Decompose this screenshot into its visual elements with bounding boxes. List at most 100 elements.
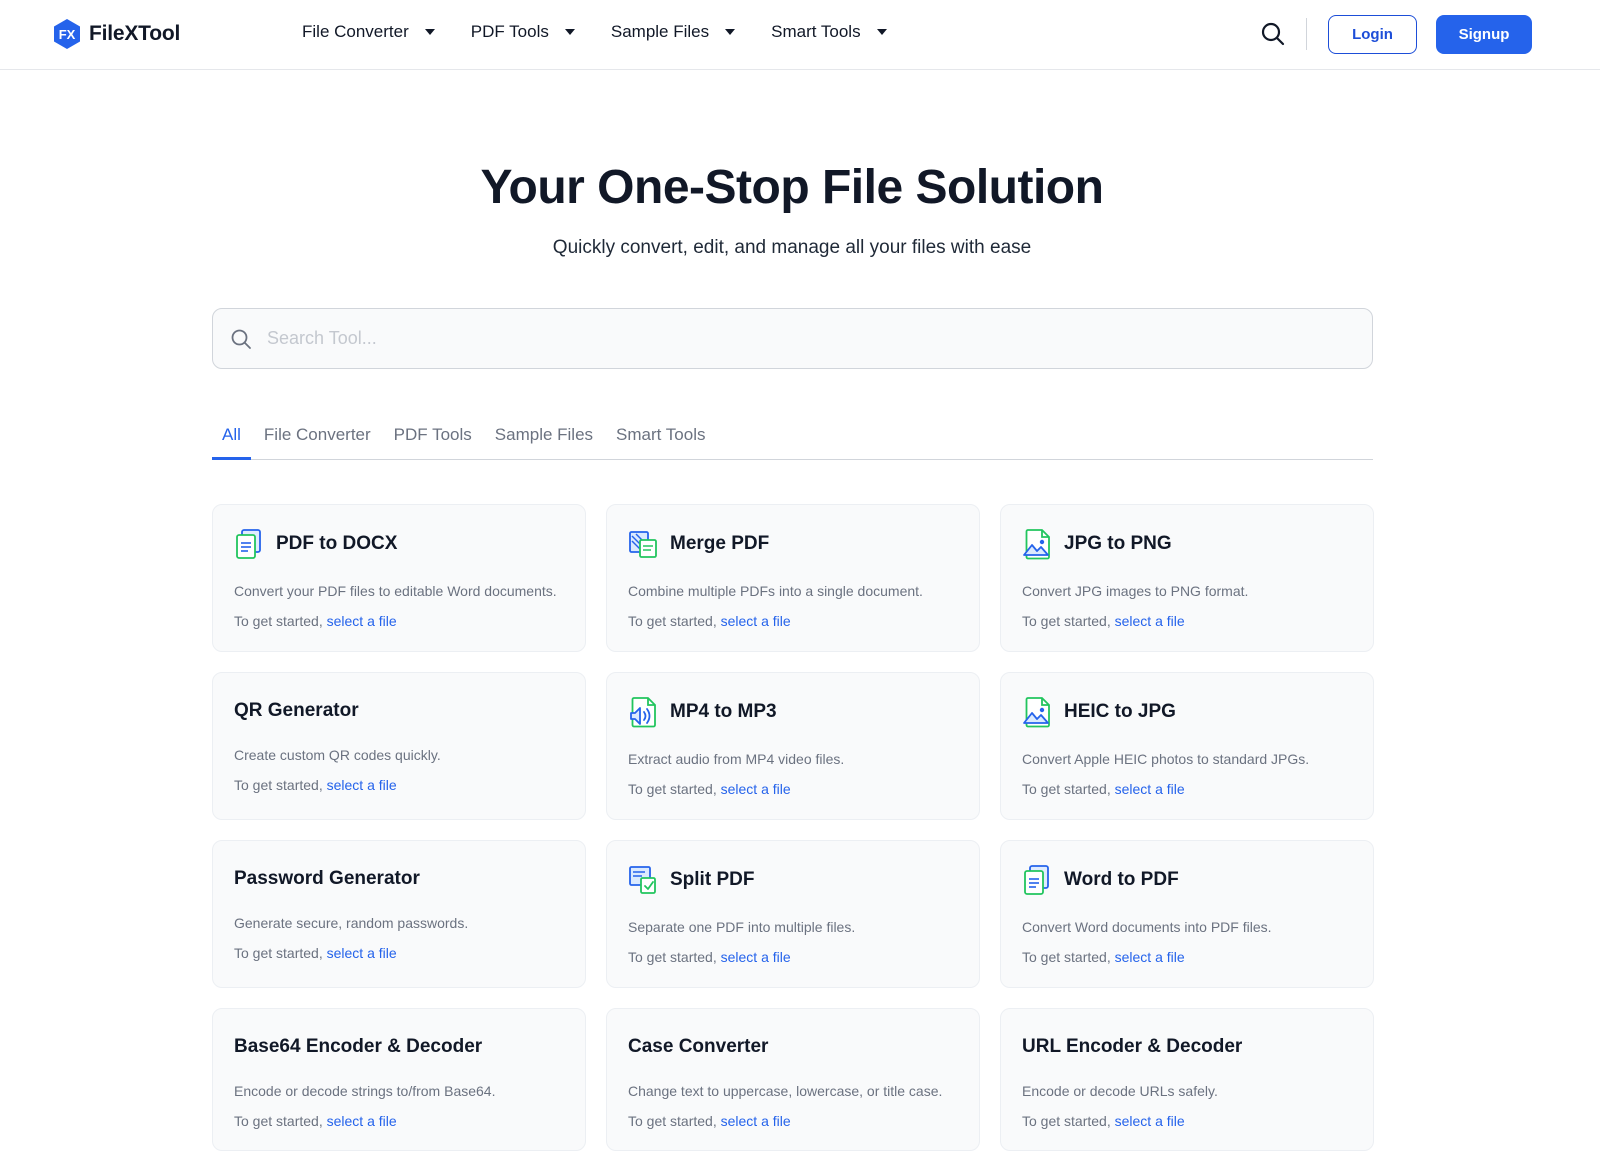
cta-prefix: To get started, (628, 949, 717, 965)
tool-card-jpg-to-png[interactable]: JPG to PNG Convert JPG images to PNG for… (1000, 504, 1374, 652)
select-file-link[interactable]: select a file (721, 781, 791, 797)
select-file-link[interactable]: select a file (327, 777, 397, 793)
search-icon[interactable] (1260, 21, 1286, 47)
caret-down-icon (725, 29, 736, 35)
select-file-link[interactable]: select a file (1115, 781, 1185, 797)
cta-prefix: To get started, (1022, 949, 1111, 965)
tool-card-heic-to-jpg[interactable]: HEIC to JPG Convert Apple HEIC photos to… (1000, 672, 1374, 820)
header-divider (1306, 18, 1307, 50)
nav-label: PDF Tools (470, 22, 549, 41)
card-cta: To get started, select a file (628, 949, 791, 965)
card-description: Convert Apple HEIC photos to standard JP… (1022, 751, 1310, 767)
card-description: Encode or decode URLs safely. (1022, 1083, 1218, 1099)
tool-card-url-encoder-decoder[interactable]: URL Encoder & Decoder Encode or decode U… (1000, 1008, 1374, 1151)
card-cta: To get started, select a file (628, 613, 791, 629)
card-cta: To get started, select a file (1022, 781, 1185, 797)
card-title: URL Encoder & Decoder (1022, 1036, 1243, 1057)
select-file-link[interactable]: select a file (1115, 1113, 1185, 1129)
select-file-link[interactable]: select a file (1115, 613, 1185, 629)
card-description: Generate secure, random passwords. (234, 915, 469, 931)
hero-subtitle: Quickly convert, edit, and manage all yo… (552, 237, 1032, 258)
tool-card-base64-encoder-decoder[interactable]: Base64 Encoder & Decoder Encode or decod… (212, 1008, 586, 1151)
card-title: PDF to DOCX (276, 533, 398, 554)
document-icon (234, 528, 264, 560)
card-description: Convert your PDF files to editable Word … (234, 583, 557, 599)
select-file-link[interactable]: select a file (721, 1113, 791, 1129)
category-tabs: All File Converter PDF Tools Sample File… (212, 420, 1373, 460)
card-description: Change text to uppercase, lowercase, or … (628, 1083, 943, 1099)
tool-card-split-pdf[interactable]: Split PDF Separate one PDF into multiple… (606, 840, 980, 988)
nav-pdf-tools[interactable]: PDF Tools (471, 22, 575, 42)
tool-card-qr-generator[interactable]: QR Generator Create custom QR codes quic… (212, 672, 586, 820)
card-title: Split PDF (670, 869, 755, 890)
top-navbar: FX FileXTool File Converter PDF Tools Sa… (0, 0, 1600, 70)
select-file-link[interactable]: select a file (327, 945, 397, 961)
card-description: Extract audio from MP4 video files. (628, 751, 845, 767)
select-file-link[interactable]: select a file (327, 613, 397, 629)
tool-card-word-to-pdf[interactable]: Word to PDF Convert Word documents into … (1000, 840, 1374, 988)
nav-sample-files[interactable]: Sample Files (610, 22, 736, 42)
select-file-link[interactable]: select a file (1115, 949, 1185, 965)
caret-down-icon (564, 29, 575, 35)
nav-label: Smart Tools (771, 22, 861, 41)
logo-mark-icon: FX (51, 18, 83, 50)
select-file-link[interactable]: select a file (327, 1113, 397, 1129)
card-title: Case Converter (628, 1036, 769, 1057)
tool-search-box[interactable] (212, 308, 1373, 369)
nav-file-converter[interactable]: File Converter (302, 22, 435, 42)
card-description: Separate one PDF into multiple files. (628, 919, 856, 935)
search-input[interactable] (267, 328, 1347, 349)
hero-title: Your One-Stop File Solution (480, 161, 1104, 214)
image-file-icon (1022, 696, 1052, 728)
tab-sample-files[interactable]: Sample Files (485, 420, 603, 460)
tab-smart-tools[interactable]: Smart Tools (606, 420, 715, 460)
main-nav: File Converter PDF Tools Sample Files Sm… (302, 22, 887, 42)
logo[interactable]: FX FileXTool (51, 18, 180, 50)
tool-card-pdf-to-docx[interactable]: PDF to DOCX Convert your PDF files to ed… (212, 504, 586, 652)
cta-prefix: To get started, (1022, 1113, 1111, 1129)
card-cta: To get started, select a file (628, 781, 791, 797)
svg-text:FX: FX (59, 27, 76, 42)
nav-smart-tools[interactable]: Smart Tools (771, 22, 887, 42)
select-file-link[interactable]: select a file (721, 613, 791, 629)
login-button[interactable]: Login (1328, 15, 1417, 54)
tool-card-password-generator[interactable]: Password Generator Generate secure, rand… (212, 840, 586, 988)
card-cta: To get started, select a file (1022, 949, 1185, 965)
tab-file-converter[interactable]: File Converter (254, 420, 381, 460)
card-description: Combine multiple PDFs into a single docu… (628, 583, 923, 599)
cta-prefix: To get started, (628, 781, 717, 797)
card-title: Password Generator (234, 868, 420, 889)
cta-prefix: To get started, (234, 945, 323, 961)
cta-prefix: To get started, (1022, 613, 1111, 629)
card-cta: To get started, select a file (1022, 1113, 1185, 1129)
caret-down-icon (424, 29, 435, 35)
cta-prefix: To get started, (234, 613, 323, 629)
split-pdf-icon (628, 864, 658, 896)
document-icon (1022, 864, 1052, 896)
tool-card-merge-pdf[interactable]: Merge PDF Combine multiple PDFs into a s… (606, 504, 980, 652)
cta-prefix: To get started, (1022, 781, 1111, 797)
search-icon (230, 328, 252, 350)
card-cta: To get started, select a file (1022, 613, 1185, 629)
tab-all[interactable]: All (212, 420, 251, 460)
card-title: QR Generator (234, 700, 359, 721)
card-cta: To get started, select a file (234, 1113, 397, 1129)
cta-prefix: To get started, (234, 777, 323, 793)
card-description: Encode or decode strings to/from Base64. (234, 1083, 496, 1099)
tab-pdf-tools[interactable]: PDF Tools (384, 420, 482, 460)
card-title: Word to PDF (1064, 869, 1179, 890)
tool-card-case-converter[interactable]: Case Converter Change text to uppercase,… (606, 1008, 980, 1151)
cta-prefix: To get started, (628, 613, 717, 629)
card-description: Convert Word documents into PDF files. (1022, 919, 1272, 935)
tool-card-mp4-to-mp3[interactable]: MP4 to MP3 Extract audio from MP4 video … (606, 672, 980, 820)
card-cta: To get started, select a file (234, 613, 397, 629)
select-file-link[interactable]: select a file (721, 949, 791, 965)
nav-label: Sample Files (610, 22, 710, 41)
card-title: Base64 Encoder & Decoder (234, 1036, 483, 1057)
card-cta: To get started, select a file (234, 777, 397, 793)
signup-button[interactable]: Signup (1436, 15, 1532, 54)
card-cta: To get started, select a file (234, 945, 397, 961)
card-title: MP4 to MP3 (670, 701, 777, 722)
image-file-icon (1022, 528, 1052, 560)
card-title: Merge PDF (670, 533, 770, 554)
